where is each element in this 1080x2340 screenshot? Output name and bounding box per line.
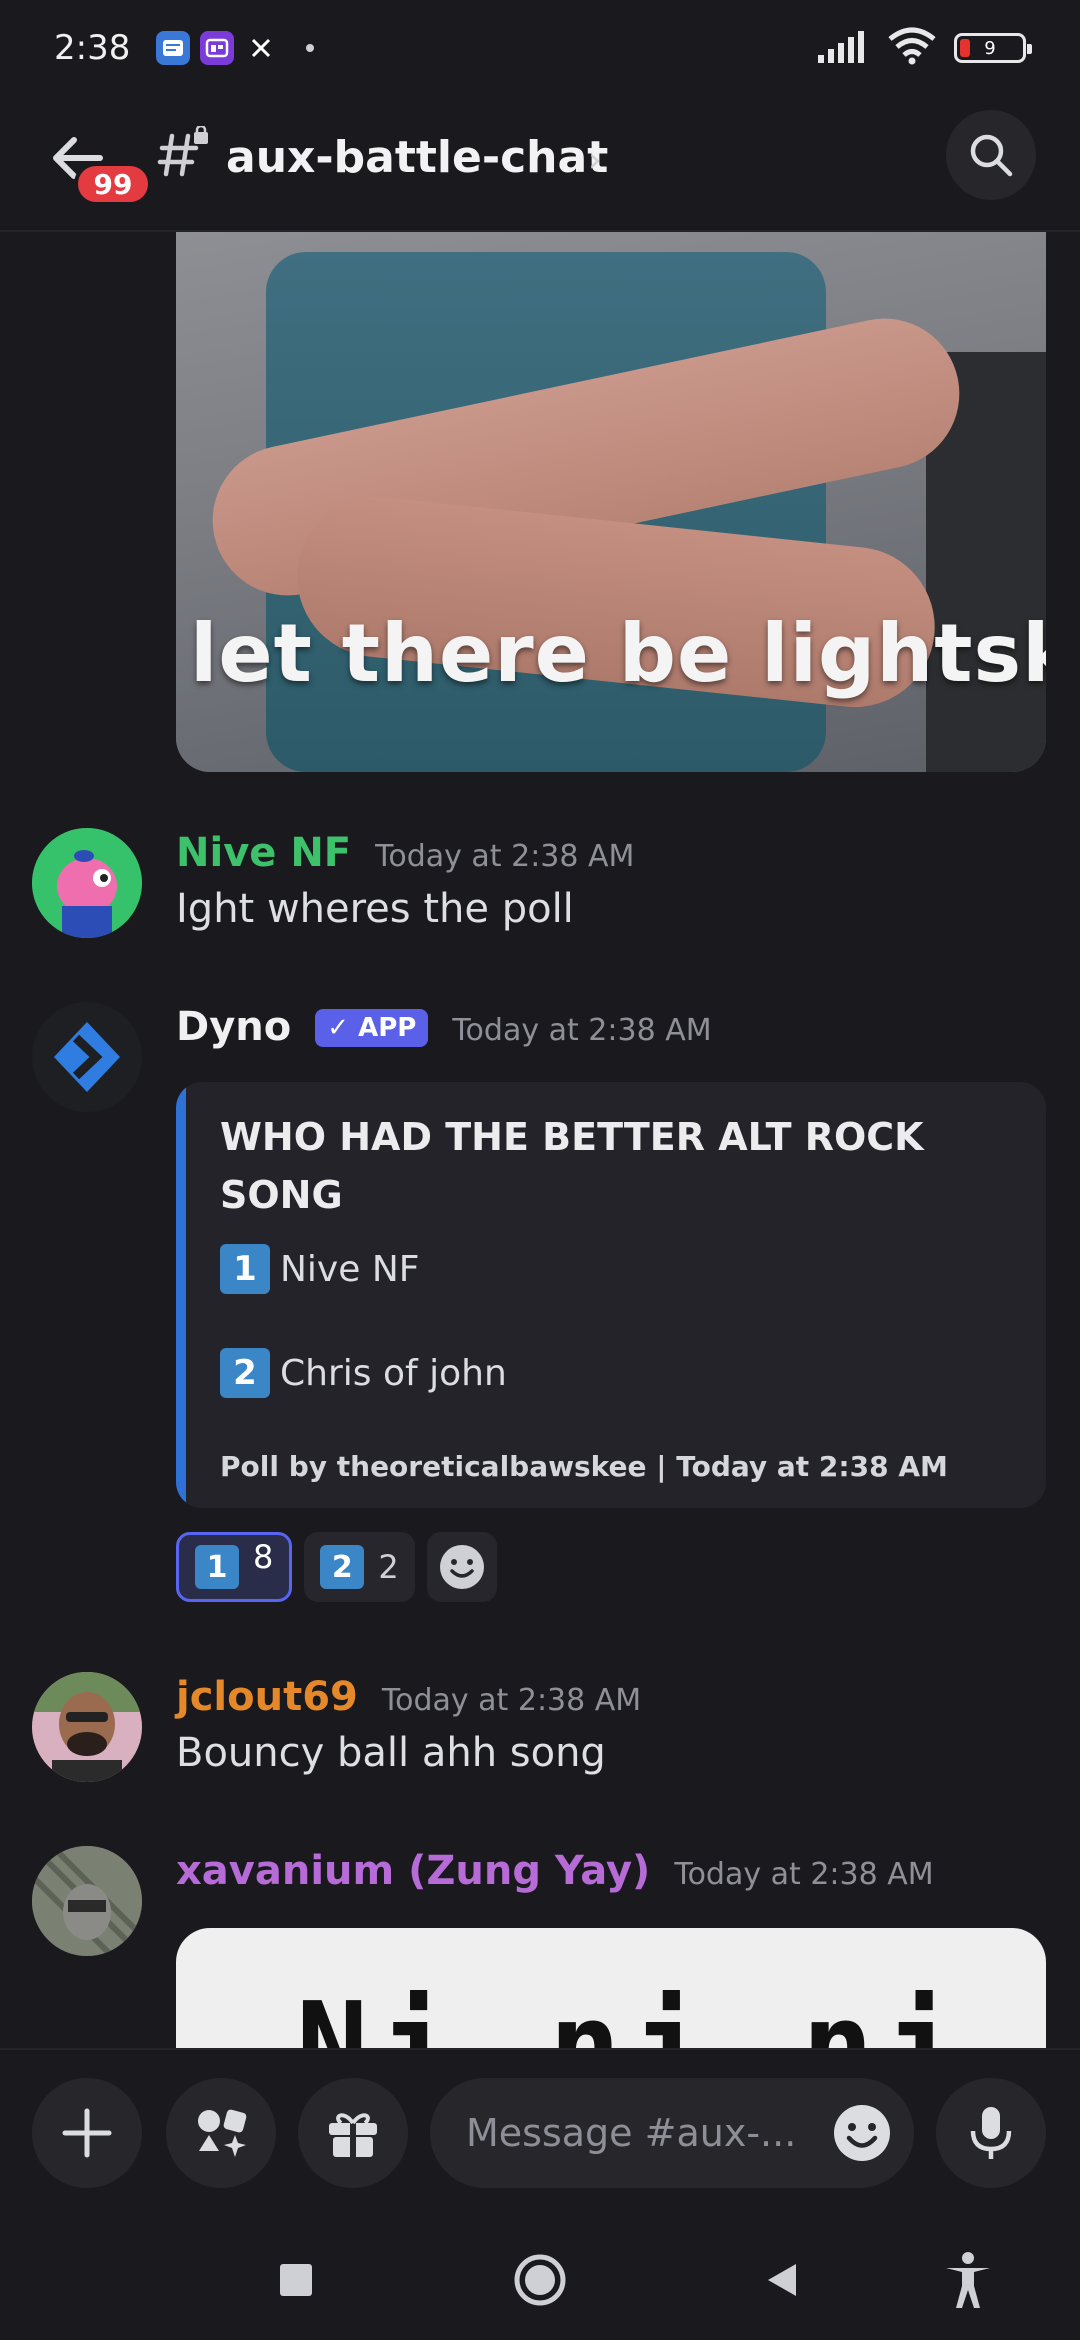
- avatar[interactable]: [32, 1846, 142, 1956]
- poll-title: WHO HAD THE BETTER ALT ROCK SONG: [220, 1115, 924, 1217]
- channel-header: 99 aux-battle-chat ›: [0, 96, 1080, 232]
- signal-icon: [816, 29, 870, 67]
- recents-button[interactable]: [266, 2250, 326, 2310]
- avatar[interactable]: [32, 1672, 142, 1782]
- add-attachment-button[interactable]: [32, 2078, 142, 2188]
- keycap-two-icon: 2: [220, 1348, 270, 1398]
- message-composer: Message #aux-...: [0, 2048, 1080, 2214]
- poll-option: 2 Chris of john: [220, 1348, 507, 1398]
- author-name[interactable]: xavanium (Zung Yay): [176, 1848, 650, 1894]
- app-tag: ✓ APP: [315, 1009, 429, 1047]
- search-button[interactable]: [946, 110, 1036, 200]
- apps-button[interactable]: [166, 2078, 276, 2188]
- poll-option-label: Nive NF: [280, 1248, 420, 1290]
- author-name[interactable]: Dyno: [176, 1004, 291, 1050]
- search-icon: [970, 134, 1013, 177]
- message-input[interactable]: Message #aux-...: [430, 2078, 914, 2188]
- wifi-icon: [888, 27, 936, 69]
- emoji-icon: [439, 1545, 484, 1589]
- square-icon: [280, 2264, 312, 2296]
- circle-icon: [514, 2254, 566, 2306]
- battery-icon: 9: [954, 33, 1032, 63]
- keycap-one-icon: 1: [195, 1545, 239, 1589]
- shop-app-icon: [200, 31, 235, 65]
- message-timestamp: Today at 2:38 AM: [375, 839, 635, 874]
- embed-accent-bar: [176, 1082, 186, 1508]
- microphone-icon: [970, 2107, 1012, 2159]
- back-nav-button[interactable]: [752, 2250, 812, 2310]
- notification-dot-icon: [306, 44, 315, 52]
- gif-caption: let there be lightskin: [190, 607, 1046, 700]
- author-name[interactable]: Nive NF: [176, 830, 351, 876]
- message-timestamp: Today at 2:38 AM: [452, 1013, 712, 1048]
- poll-option-label: Chris of john: [280, 1352, 507, 1394]
- channel-name[interactable]: aux-battle-chat: [226, 132, 608, 183]
- reaction-count: 8: [253, 1538, 274, 1576]
- image-text: Ni ni ni: [296, 1978, 970, 2048]
- gif-attachment[interactable]: let there be lightskin: [176, 232, 1046, 772]
- triangle-left-icon: [768, 2264, 796, 2296]
- author-name[interactable]: jclout69: [176, 1674, 358, 1720]
- poll-footer: Poll by theoreticalbawskee | Today at 2:…: [220, 1450, 948, 1483]
- reaction-two[interactable]: 2 2: [304, 1532, 415, 1602]
- message-text: Ight wheres the poll: [176, 886, 574, 932]
- status-bar: 2:38 9: [0, 0, 1080, 96]
- apps-icon: [198, 2109, 247, 2157]
- system-nav-bar: [0, 2214, 1080, 2340]
- message-placeholder: Message #aux-...: [466, 2111, 796, 2155]
- messages-app-icon: [156, 31, 191, 65]
- hashtag-lock-icon: [156, 124, 212, 182]
- message-text: Bouncy ball ahh song: [176, 1730, 606, 1776]
- gift-button[interactable]: [298, 2078, 408, 2188]
- reaction-count: 2: [378, 1548, 399, 1586]
- keycap-one-icon: 1: [220, 1244, 270, 1294]
- accessibility-button[interactable]: [938, 2250, 998, 2310]
- message-list[interactable]: let there be lightskin Nive NF Today at …: [0, 232, 1080, 2048]
- poll-option: 1 Nive NF: [220, 1244, 419, 1294]
- reaction-bar: 1 8 2 2: [176, 1532, 497, 1602]
- x-app-icon: [244, 31, 279, 65]
- voice-message-button[interactable]: [936, 2078, 1046, 2188]
- message-timestamp: Today at 2:38 AM: [381, 1683, 642, 1718]
- plus-icon: [62, 2108, 112, 2158]
- add-reaction-button[interactable]: [426, 1532, 497, 1602]
- reaction-one[interactable]: 1 8: [176, 1532, 293, 1602]
- poll-embed: WHO HAD THE BETTER ALT ROCK SONG 1 Nive …: [176, 1082, 1046, 1508]
- avatar[interactable]: [32, 828, 142, 938]
- unread-badge: 99: [74, 162, 152, 206]
- avatar[interactable]: [32, 1002, 142, 1112]
- emoji-icon[interactable]: [832, 2103, 892, 2163]
- status-time: 2:38: [54, 28, 131, 68]
- chevron-right-icon[interactable]: ›: [588, 140, 602, 180]
- image-attachment[interactable]: Ni ni ni: [176, 1928, 1046, 2048]
- accessibility-icon: [946, 2252, 990, 2308]
- keycap-two-icon: 2: [320, 1545, 365, 1589]
- home-button[interactable]: [510, 2250, 570, 2310]
- battery-level: 9: [984, 37, 996, 59]
- message-timestamp: Today at 2:38 AM: [674, 1857, 934, 1892]
- gift-icon: [329, 2113, 377, 2157]
